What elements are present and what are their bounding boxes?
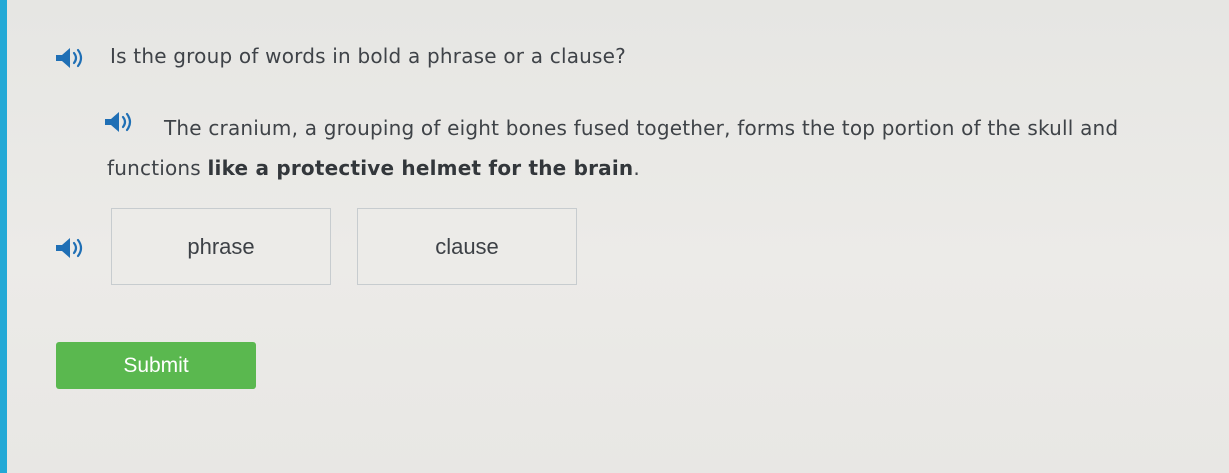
question-text: Is the group of words in bold a phrase o… <box>110 44 627 68</box>
choice-phrase-label: phrase <box>187 233 255 259</box>
choices-speaker-icon[interactable] <box>54 236 90 260</box>
choice-clause-label: clause <box>435 233 499 259</box>
submit-button-label: Submit <box>123 353 189 377</box>
submit-button[interactable]: Submit <box>56 342 256 389</box>
question-panel: Is the group of words in bold a phrase o… <box>7 0 1229 473</box>
passage-text: The cranium, a grouping of eight bones f… <box>107 108 1187 188</box>
passage-end-punctuation: . <box>633 156 640 180</box>
passage-bold-text: like a protective helmet for the brain <box>207 156 634 180</box>
left-accent-bar <box>0 0 7 473</box>
question-speaker-icon[interactable] <box>54 46 90 70</box>
choice-phrase-button[interactable]: phrase <box>111 208 331 285</box>
choice-clause-button[interactable]: clause <box>357 208 577 285</box>
